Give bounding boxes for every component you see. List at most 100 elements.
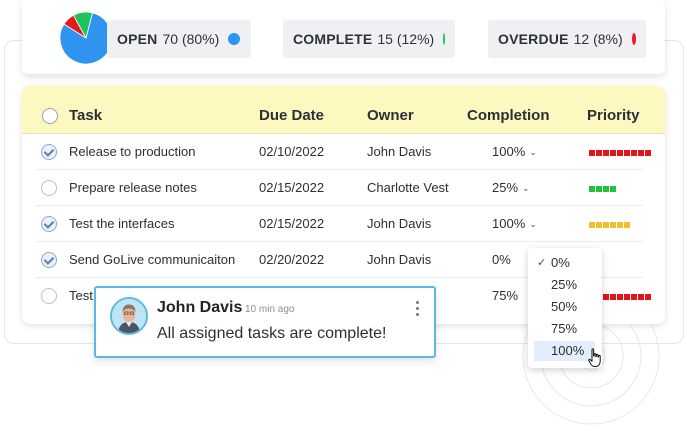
chevron-down-icon: ⌄ [529, 219, 537, 229]
row-checkbox[interactable] [41, 288, 57, 304]
priority-bar [589, 222, 630, 228]
row-checkbox[interactable] [41, 180, 57, 196]
priority-segment [617, 294, 623, 300]
complete-value: 15 (12%) [377, 31, 435, 47]
complete-stat[interactable]: COMPLETE 15 (12%) [283, 20, 455, 58]
comment-popup[interactable]: John Davis 10 min ago All assigned tasks… [94, 286, 436, 358]
priority-segment [610, 186, 616, 192]
priority-segment [603, 222, 609, 228]
owner-name: Charlotte Vest [367, 180, 449, 195]
priority-segment [610, 150, 616, 156]
due-date: 02/15/2022 [259, 180, 325, 195]
dropdown-option-label: 50% [551, 299, 578, 314]
task-name[interactable]: Prepare release notes [69, 180, 197, 195]
due-date: 02/20/2022 [259, 252, 325, 267]
priority-segment [610, 294, 616, 300]
select-all-checkbox[interactable] [42, 108, 58, 124]
owner-name: John Davis [367, 216, 432, 231]
header-owner[interactable]: Owner [367, 107, 414, 124]
table-header: Task Due Date Owner Completion Priority [22, 86, 665, 134]
priority-segment [596, 222, 602, 228]
dropdown-option-label: 0% [551, 255, 570, 270]
table-row[interactable]: Release to production 02/10/2022 John Davi… [22, 134, 665, 170]
task-name[interactable]: Test [69, 288, 93, 303]
table-row[interactable]: Test the interfaces 02/15/2022 John Davis 1… [22, 206, 665, 242]
row-checkbox[interactable] [41, 252, 57, 268]
owner-name: John Davis [367, 144, 432, 159]
priority-bar [589, 186, 616, 192]
completion-select[interactable]: 25% ⌄ [492, 180, 530, 195]
priority-segment [617, 150, 623, 156]
completion-select[interactable]: 0% [492, 252, 511, 267]
priority-segment [624, 294, 630, 300]
chevron-down-icon: ⌄ [522, 183, 530, 193]
priority-segment [596, 186, 602, 192]
completion-value: 100% [492, 216, 526, 231]
priority-segment [589, 150, 595, 156]
priority-segment [624, 222, 630, 228]
priority-segment [610, 222, 616, 228]
priority-segment [631, 150, 637, 156]
dropdown-option[interactable]: 100% [534, 341, 595, 361]
open-value: 70 (80%) [162, 31, 220, 47]
priority-segment [638, 294, 644, 300]
task-name[interactable]: Test the interfaces [69, 216, 175, 231]
comment-text: All assigned tasks are complete! [157, 325, 387, 342]
priority-segment [638, 150, 644, 156]
priority-segment [631, 294, 637, 300]
status-pie-chart [60, 12, 112, 64]
dropdown-option-label: 25% [551, 277, 578, 292]
chevron-down-icon: ⌄ [529, 147, 537, 157]
priority-segment [603, 186, 609, 192]
completion-value: 100% [492, 144, 526, 159]
completion-value: 0% [492, 252, 511, 267]
task-name[interactable]: Release to production [69, 144, 195, 159]
priority-segment [603, 150, 609, 156]
dropdown-option[interactable]: ✓ 0% [534, 253, 595, 273]
open-dot [228, 33, 241, 45]
dropdown-option[interactable]: 25% [534, 275, 595, 295]
due-date: 02/10/2022 [259, 144, 325, 159]
summary-card: OPEN 70 (80%) COMPLETE 15 (12%) OVERDUE … [22, 0, 665, 74]
priority-bar [589, 150, 651, 156]
completion-select[interactable]: 100% ⌄ [492, 144, 537, 159]
kebab-menu-icon[interactable] [416, 301, 420, 317]
open-stat[interactable]: OPEN 70 (80%) [107, 20, 251, 58]
dropdown-option[interactable]: 75% [534, 319, 595, 339]
due-date: 02/15/2022 [259, 216, 325, 231]
table-row[interactable]: Prepare release notes 02/15/2022 Charlotte… [22, 170, 665, 206]
row-checkbox[interactable] [41, 216, 57, 232]
completion-value: 75% [492, 288, 519, 303]
comment-time: 10 min ago [245, 304, 295, 315]
overdue-label: OVERDUE [498, 31, 569, 47]
completion-value: 25% [492, 180, 519, 195]
task-name[interactable]: Send GoLive communicaiton [69, 252, 235, 267]
row-checkbox[interactable] [41, 144, 57, 160]
header-task[interactable]: Task [69, 107, 102, 124]
completion-select[interactable]: 75% [492, 288, 518, 303]
complete-label: COMPLETE [293, 31, 373, 47]
checkmark-icon: ✓ [537, 257, 547, 269]
priority-segment [645, 150, 651, 156]
dropdown-option-label: 100% [551, 343, 585, 358]
header-priority[interactable]: Priority [587, 107, 640, 124]
comment-author[interactable]: John Davis [157, 299, 242, 317]
priority-segment [603, 294, 609, 300]
priority-segment [624, 150, 630, 156]
priority-segment [589, 222, 595, 228]
dropdown-option[interactable]: 50% [534, 297, 595, 317]
completion-select[interactable]: 100% ⌄ [492, 216, 537, 231]
avatar [110, 297, 148, 335]
priority-segment [617, 222, 623, 228]
overdue-stat[interactable]: OVERDUE 12 (8%) [488, 20, 646, 58]
dropdown-option-label: 75% [551, 321, 578, 336]
priority-segment [645, 294, 651, 300]
owner-name: John Davis [367, 252, 432, 267]
header-due-date[interactable]: Due Date [259, 107, 324, 124]
complete-dot [443, 33, 445, 45]
overdue-dot [631, 33, 636, 45]
overdue-value: 12 (8%) [573, 31, 623, 47]
priority-segment [596, 150, 602, 156]
header-completion[interactable]: Completion [467, 107, 550, 124]
open-label: OPEN [117, 31, 158, 47]
